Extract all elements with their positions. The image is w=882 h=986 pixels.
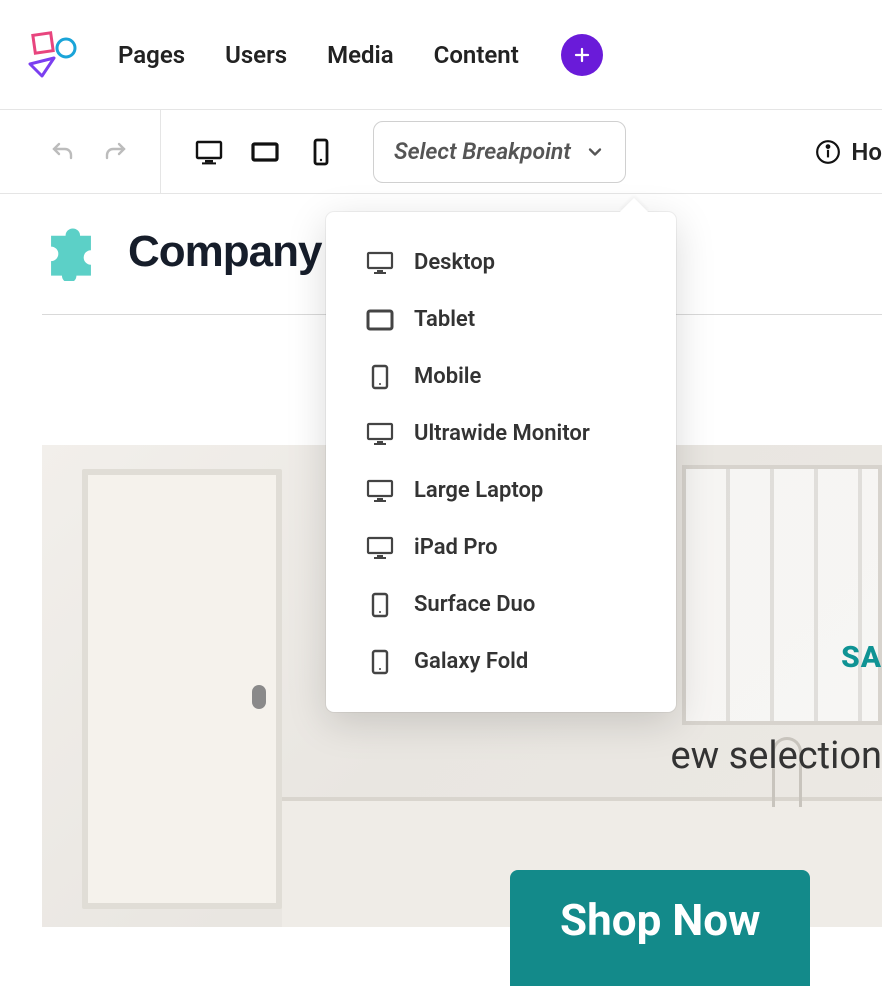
desktop-icon bbox=[366, 251, 394, 275]
breakpoint-select[interactable]: Select Breakpoint bbox=[373, 121, 626, 183]
dropdown-item-ultrawide[interactable]: Ultrawide Monitor bbox=[326, 405, 676, 462]
tablet-icon bbox=[366, 308, 394, 332]
dropdown-item-label: Desktop bbox=[414, 250, 495, 275]
dropdown-item-label: Surface Duo bbox=[414, 592, 535, 617]
sale-tag: SA bbox=[841, 640, 882, 675]
editor-toolbar: Select Breakpoint Ho bbox=[0, 110, 882, 194]
dropdown-item-surface-duo[interactable]: Surface Duo bbox=[326, 576, 676, 633]
dropdown-item-label: Large Laptop bbox=[414, 478, 543, 503]
tablet-icon[interactable] bbox=[251, 138, 279, 166]
dropdown-item-label: Ultrawide Monitor bbox=[414, 421, 590, 446]
dropdown-item-ipad-pro[interactable]: iPad Pro bbox=[326, 519, 676, 576]
selection-text: ew selection bbox=[670, 734, 882, 778]
dropdown-item-label: iPad Pro bbox=[414, 535, 498, 560]
dropdown-item-large-laptop[interactable]: Large Laptop bbox=[326, 462, 676, 519]
top-navbar: Pages Users Media Content bbox=[0, 0, 882, 110]
mobile-icon bbox=[366, 365, 394, 389]
app-logo bbox=[28, 30, 78, 80]
dropdown-item-label: Galaxy Fold bbox=[414, 649, 528, 674]
dropdown-item-label: Tablet bbox=[414, 307, 475, 332]
mobile-icon bbox=[366, 650, 394, 674]
company-name: Company bbox=[128, 227, 321, 277]
nav-item-media[interactable]: Media bbox=[327, 41, 394, 69]
device-preview-icons bbox=[161, 110, 369, 193]
toolbar-right-label[interactable]: Ho bbox=[851, 138, 882, 166]
add-button[interactable] bbox=[561, 34, 603, 76]
desktop-icon bbox=[366, 479, 394, 503]
info-icon[interactable] bbox=[815, 139, 841, 165]
redo-icon[interactable] bbox=[104, 140, 128, 164]
desktop-icon[interactable] bbox=[195, 138, 223, 166]
undo-icon[interactable] bbox=[50, 140, 74, 164]
history-controls bbox=[50, 110, 161, 193]
nav-item-pages[interactable]: Pages bbox=[118, 41, 185, 69]
desktop-icon bbox=[366, 422, 394, 446]
dropdown-item-mobile[interactable]: Mobile bbox=[326, 348, 676, 405]
dropdown-item-desktop[interactable]: Desktop bbox=[326, 234, 676, 291]
breakpoint-placeholder: Select Breakpoint bbox=[394, 138, 571, 165]
shop-now-button[interactable]: Shop Now bbox=[510, 870, 810, 986]
nav-items: Pages Users Media Content bbox=[118, 34, 603, 76]
dropdown-item-label: Mobile bbox=[414, 364, 481, 389]
toolbar-right: Ho bbox=[815, 138, 882, 166]
chevron-down-icon bbox=[585, 142, 605, 162]
nav-item-content[interactable]: Content bbox=[434, 41, 519, 69]
breakpoint-dropdown: Desktop Tablet Mobile Ultrawide Monitor … bbox=[326, 212, 676, 712]
mobile-icon bbox=[366, 593, 394, 617]
desktop-icon bbox=[366, 536, 394, 560]
dropdown-item-tablet[interactable]: Tablet bbox=[326, 291, 676, 348]
nav-item-users[interactable]: Users bbox=[225, 41, 287, 69]
puzzle-icon bbox=[42, 223, 100, 281]
mobile-icon[interactable] bbox=[307, 138, 335, 166]
dropdown-item-galaxy-fold[interactable]: Galaxy Fold bbox=[326, 633, 676, 690]
